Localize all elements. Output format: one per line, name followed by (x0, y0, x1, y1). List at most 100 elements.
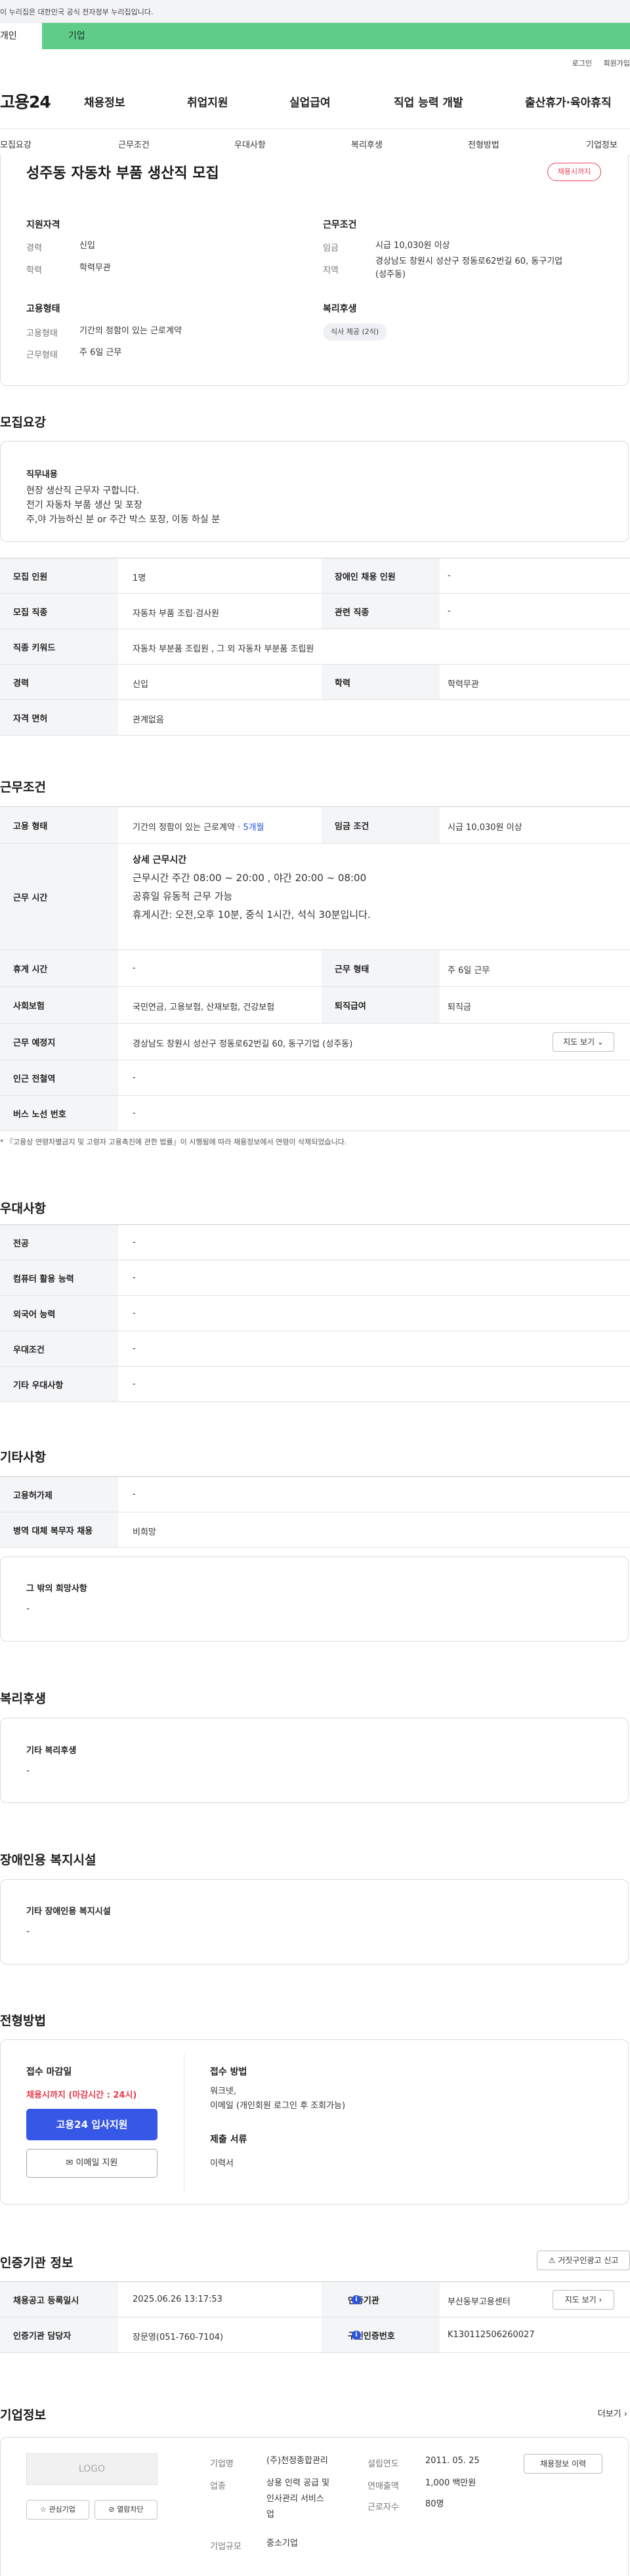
table-header: 컴퓨터 활용 능력 (0, 1260, 118, 1295)
industry-line: 업 (266, 2510, 274, 2520)
mail-icon: ✉ (66, 2158, 74, 2168)
tab-person[interactable]: 개인 (0, 23, 42, 49)
recruit-section-title: 모집요강 (0, 415, 46, 430)
table-cell: - (133, 1344, 136, 1354)
gov-banner-text: 이 누리집은 대한민국 공식 전자정부 누리집입니다. (0, 8, 154, 16)
table-cell: 관계없음 (133, 715, 164, 725)
table-header: 구인인증번호 i (322, 2317, 440, 2352)
login-link[interactable]: 로그인 (572, 59, 592, 68)
info-icon[interactable]: i (352, 2330, 361, 2340)
apply-button[interactable]: 고용24 입사지원 (26, 2109, 158, 2140)
site-logo[interactable]: 고용24 (0, 89, 51, 113)
company-size-value: 중소기업 (266, 2539, 298, 2548)
gnb-item-unemployment-benefit[interactable]: 실업급여 (289, 93, 331, 110)
tab-apply[interactable]: 전형방법 (468, 138, 499, 150)
other-wish-card (0, 1556, 629, 1642)
tab-recruit[interactable]: 모집요강 (0, 138, 32, 150)
report-fake-ad-button[interactable]: ⚠ 거짓구인광고 신고 (537, 2251, 630, 2270)
conditions-table: 고용 형태 기간의 정함이 있는 근로계약 · 5개월 임금 조건 시급 10,… (0, 806, 630, 1131)
table-cell: 비희망 (133, 1527, 156, 1537)
company-name-label: 기업명 (210, 2459, 234, 2469)
interest-company-button[interactable]: ☆ 관심기업 (26, 2500, 89, 2520)
deadline-heading: 접수 마감일 (26, 2067, 72, 2077)
other-wish-value: - (26, 1604, 30, 1614)
area-value-line2: (성주동) (375, 270, 406, 280)
map-button[interactable]: 지도 보기 ⌄ (553, 1032, 614, 1052)
sales-value: 1,000 백만원 (425, 2478, 476, 2488)
util-links: 로그인 회원가입 (563, 58, 630, 68)
gnb-item-employment-support[interactable]: 취업지원 (187, 93, 228, 110)
table-cell: - (133, 1273, 136, 1283)
email-apply-button[interactable]: ✉ 이메일 지원 (26, 2149, 158, 2178)
tab-preferences[interactable]: 우대사항 (234, 138, 266, 150)
education-value: 학력무관 (79, 263, 111, 273)
table-row: 채용공고 등록일시 2025.06.26 13:17:53 인증기관 i 부산동부… (0, 2282, 630, 2317)
table-cell: 1명 (133, 573, 146, 583)
conditions-heading: 근무조건 (323, 220, 357, 230)
chevron-right-icon: › (598, 2295, 602, 2304)
agency-map-button[interactable]: 지도 보기 › (553, 2290, 614, 2310)
table-row: 인근 전철역 - (0, 1060, 630, 1096)
table-header: 장애인 채용 인원 (322, 558, 440, 593)
method-line: 이메일 (개인회원 로그인 후 조회가능) (210, 2101, 346, 2111)
employment-type-label: 고용형태 (26, 329, 58, 339)
tab-company[interactable]: 기업정보 (586, 138, 618, 150)
info-icon[interactable]: i (352, 2295, 361, 2304)
docs-heading: 제출 서류 (210, 2134, 247, 2145)
other-wish-heading: 그 밖의 희망사항 (26, 1584, 87, 1594)
career-label: 경력 (26, 243, 42, 253)
etc-section-title: 기타사항 (0, 1450, 46, 1465)
company-size-label: 기업규모 (210, 2542, 242, 2552)
gnb-item-parental-leave[interactable]: 출산휴가·육아휴직 (525, 93, 612, 110)
table-cell: 퇴직금 (448, 1003, 471, 1012)
table-row: 경력 신입 학력 학력무관 (0, 665, 630, 700)
company-more-link[interactable]: 더보기 › (598, 2407, 627, 2419)
table-header: 직종 키워드 (0, 629, 118, 664)
table-cell: - (133, 1308, 136, 1318)
tab-company[interactable]: 기업 (42, 23, 630, 49)
table-header: 고용허가제 (0, 1477, 118, 1512)
table-header: 우대조건 (0, 1331, 118, 1366)
tab-welfare[interactable]: 복리후생 (351, 138, 383, 150)
table-cell: 자동차 부품 조립·검사원 (133, 609, 219, 619)
block-view-button[interactable]: ⊘ 열람차단 (94, 2500, 158, 2520)
table-cell: 국민연금, 고용보험, 산재보험, 건강보험 (133, 1003, 275, 1012)
career-value: 신입 (79, 241, 95, 251)
welfare-heading: 기타 복리후생 (26, 1746, 77, 1756)
disability-card (0, 1879, 629, 1964)
table-header: 병역 대체 복무자 채용 (0, 1512, 118, 1547)
conditions-section-title: 근무조건 (0, 780, 46, 795)
table-header: 외국어 능력 (0, 1296, 118, 1331)
signup-link[interactable]: 회원가입 (604, 59, 630, 68)
table-header: 채용공고 등록일시 (0, 2282, 118, 2317)
table-header: 인증기관 i (322, 2282, 440, 2317)
industry-line: 인사관리 서비스 (266, 2494, 324, 2504)
tab-conditions[interactable]: 근무조건 (118, 138, 150, 150)
table-row: 근무 예정지 경상남도 창원시 성산구 정동로62번길 60, 동구기업 (성주… (0, 1024, 630, 1060)
table-cell: 주 6일 근무 (448, 966, 490, 976)
table-cell: 학력무관 (448, 680, 479, 690)
work-hours-line: 휴게시간: 오전,오후 10분, 중식 1시간, 석식 30분입니다. (133, 909, 371, 921)
company-logo-placeholder: LOGO (26, 2453, 158, 2485)
method-heading: 접수 방법 (210, 2067, 247, 2077)
gnb-item-training[interactable]: 직업 능력 개발 (394, 93, 463, 110)
table-cell: 신입 (133, 680, 148, 690)
table-row: 모집 인원 1명 장애인 채용 인원 - (0, 558, 630, 594)
work-form-label: 근무형태 (26, 350, 58, 360)
table-cell: - (448, 606, 451, 616)
table-header: 퇴직급여 (322, 987, 440, 1023)
table-cell: 장문영(051-760-7104) (133, 2333, 224, 2342)
table-row: 모집 직종 자동차 부품 조립·검사원 관련 직종 - (0, 594, 630, 629)
table-cell: 부산동부고용센터 (448, 2297, 511, 2307)
table-header: 사회보험 (0, 987, 118, 1023)
disability-section-title: 장애인용 복지시설 (0, 1853, 96, 1867)
gnb-item-jobs[interactable]: 채용정보 (84, 93, 125, 110)
table-row: 휴게 시간 - 근무 형태 주 6일 근무 (0, 950, 630, 987)
hiring-history-button[interactable]: 채용정보 이력 (524, 2454, 602, 2474)
agency-table: 채용공고 등록일시 2025.06.26 13:17:53 인증기관 i 부산동부… (0, 2281, 630, 2353)
table-header: 고용 형태 (0, 807, 118, 843)
table-row: 병역 대체 복무자 채용 비희망 (0, 1512, 630, 1548)
etc-table: 고용허가제 - 병역 대체 복무자 채용 비희망 (0, 1476, 630, 1548)
table-cell: 경상남도 창원시 성산구 정동로62번길 60, 동구기업 (성주동) (133, 1039, 353, 1049)
table-header: 인증기관 담당자 (0, 2317, 118, 2352)
